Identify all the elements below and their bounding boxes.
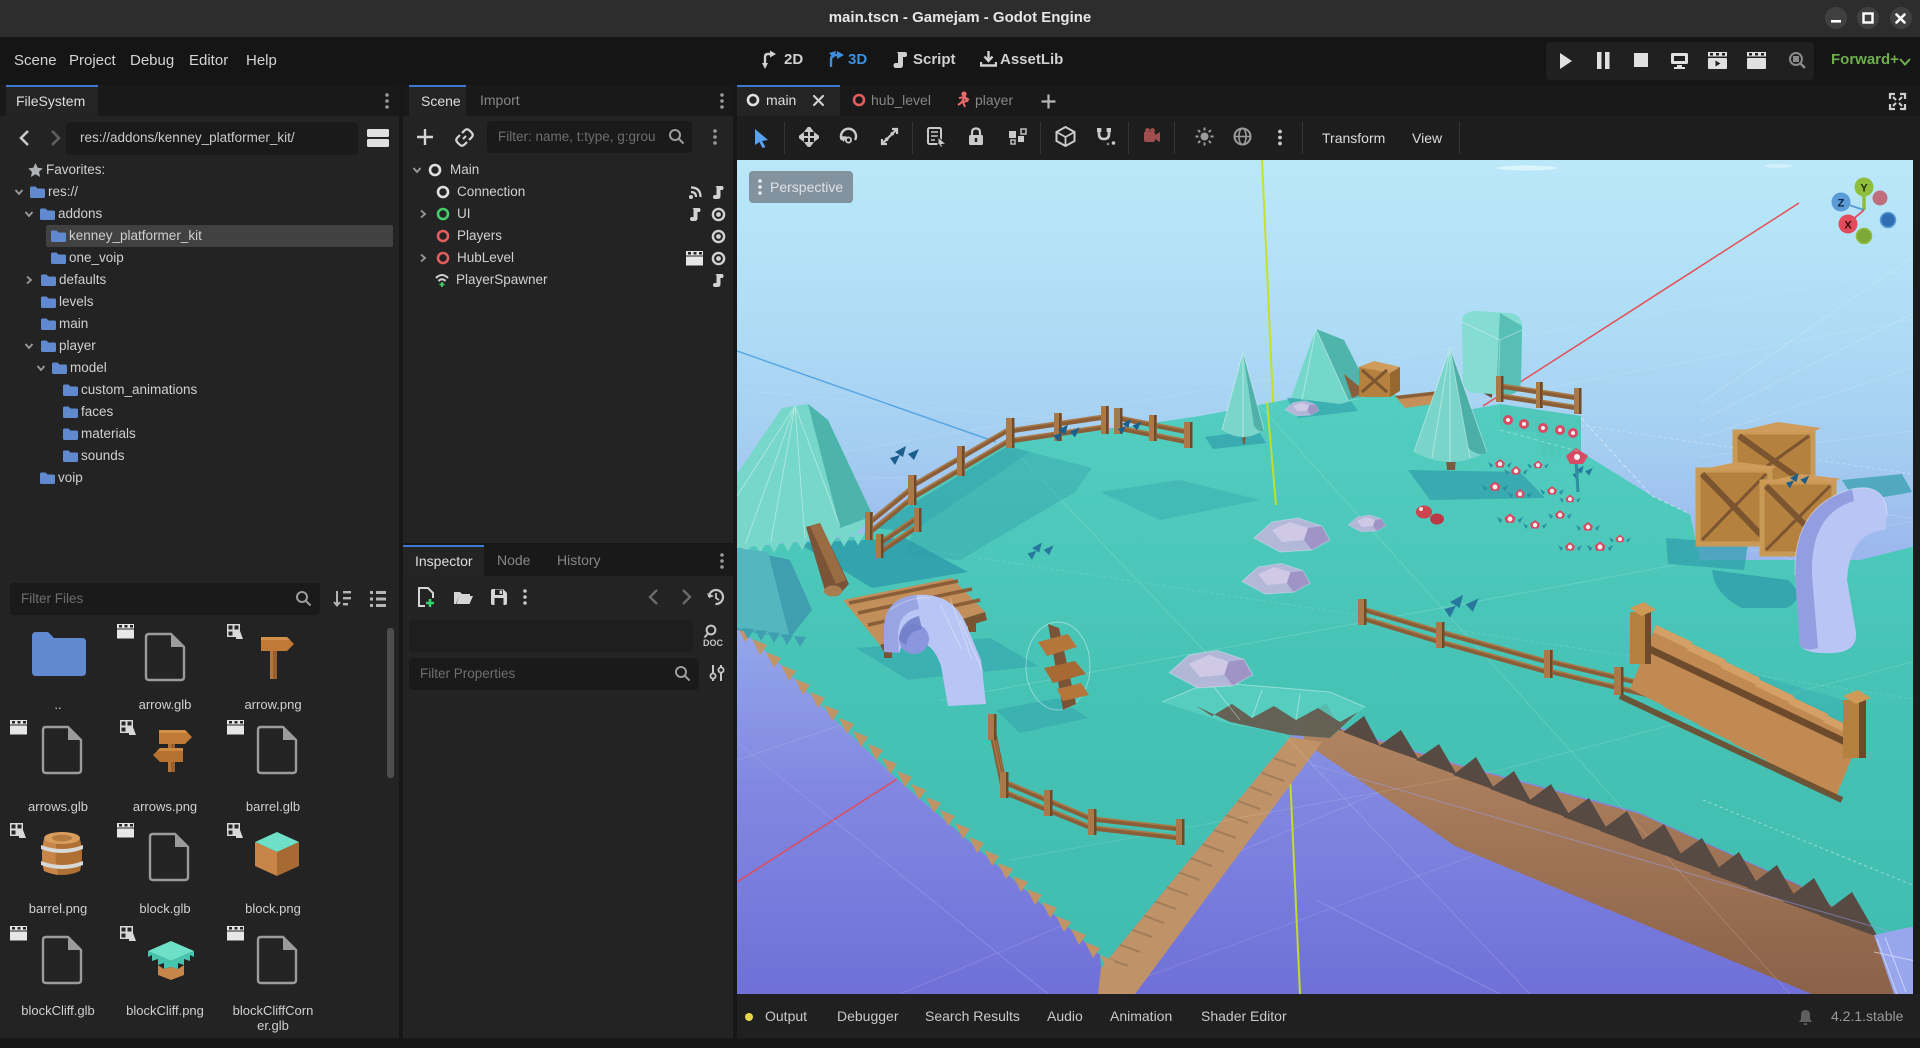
svg-text:DOC: DOC	[703, 638, 723, 648]
svg-text:X: X	[1844, 220, 1852, 232]
svg-text:Y: Y	[1860, 183, 1868, 195]
svg-text:Perspective: Perspective	[770, 179, 843, 195]
svg-text:Z: Z	[1838, 198, 1845, 210]
